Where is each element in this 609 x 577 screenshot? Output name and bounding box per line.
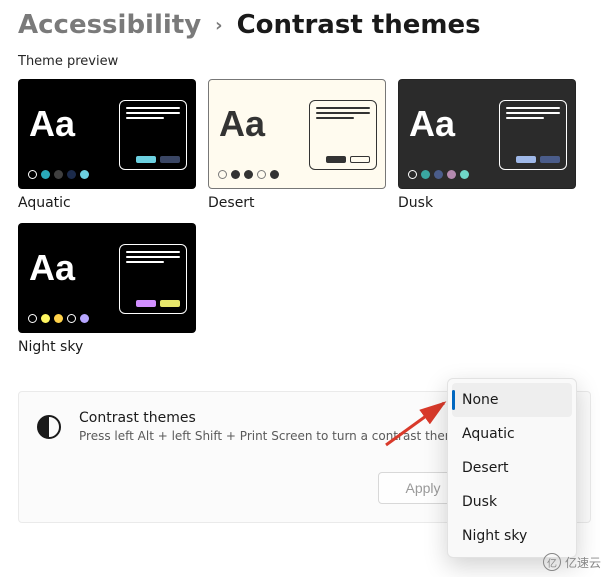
theme-card-aquatic: Aa Aquatic xyxy=(18,79,196,211)
theme-name-label: Dusk xyxy=(398,195,576,211)
dropdown-item-aquatic[interactable]: Aquatic xyxy=(452,417,572,451)
window-preview-icon xyxy=(309,100,377,170)
theme-preview-dusk[interactable]: Aa xyxy=(398,79,576,189)
theme-name-label: Desert xyxy=(208,195,386,211)
sample-text-icon: Aa xyxy=(29,106,75,142)
palette-dots xyxy=(28,170,89,179)
theme-select-dropdown: None Aquatic Desert Dusk Night sky xyxy=(447,378,577,558)
palette-dots xyxy=(28,314,89,323)
page-title: Contrast themes xyxy=(237,10,481,40)
contrast-icon xyxy=(37,415,61,439)
dropdown-item-none[interactable]: None xyxy=(452,383,572,417)
palette-dots xyxy=(218,170,279,179)
theme-preview-desert[interactable]: Aa xyxy=(208,79,386,189)
theme-preview-aquatic[interactable]: Aa xyxy=(18,79,196,189)
breadcrumb: Accessibility › Contrast themes xyxy=(0,0,609,40)
dropdown-item-desert[interactable]: Desert xyxy=(452,451,572,485)
theme-name-label: Aquatic xyxy=(18,195,196,211)
section-label-theme-preview: Theme preview xyxy=(0,40,609,69)
sample-text-icon: Aa xyxy=(219,106,265,142)
palette-dots xyxy=(408,170,469,179)
theme-card-desert: Aa Desert xyxy=(208,79,386,211)
breadcrumb-parent[interactable]: Accessibility xyxy=(18,10,201,40)
dropdown-item-nightsky[interactable]: Night sky xyxy=(452,519,572,553)
sample-text-icon: Aa xyxy=(409,106,455,142)
theme-card-dusk: Aa Dusk xyxy=(398,79,576,211)
watermark-text: 亿速云 xyxy=(565,554,601,571)
theme-name-label: Night sky xyxy=(18,339,196,355)
theme-preview-nightsky[interactable]: Aa xyxy=(18,223,196,333)
window-preview-icon xyxy=(499,100,567,170)
watermark-logo-icon: 亿 xyxy=(543,553,561,571)
window-preview-icon xyxy=(119,244,187,314)
theme-card-nightsky: Aa Night sky xyxy=(18,223,196,355)
window-preview-icon xyxy=(119,100,187,170)
themes-grid: Aa Aquatic Aa xyxy=(0,69,609,355)
sample-text-icon: Aa xyxy=(29,250,75,286)
watermark: 亿 亿速云 xyxy=(543,553,601,571)
dropdown-item-dusk[interactable]: Dusk xyxy=(452,485,572,519)
chevron-right-icon: › xyxy=(215,15,222,36)
